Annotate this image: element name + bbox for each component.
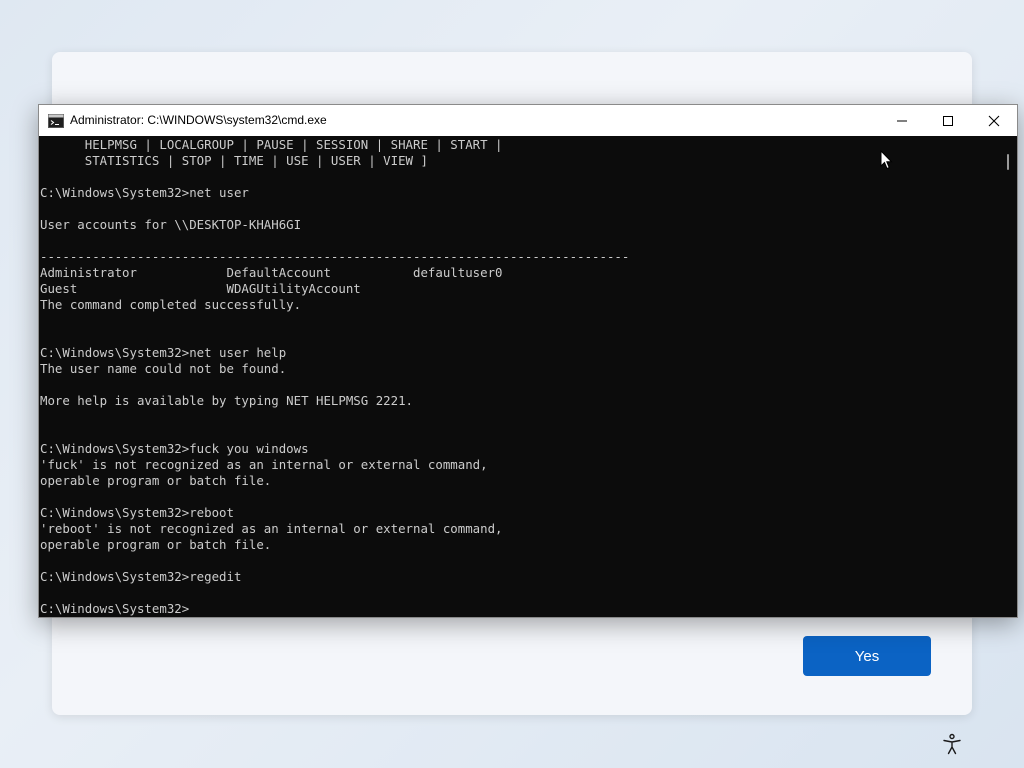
console-line: The command completed successfully. xyxy=(40,297,302,312)
window-title: Administrator: C:\WINDOWS\system32\cmd.e… xyxy=(70,113,327,127)
console-line: ----------------------------------------… xyxy=(40,249,630,264)
console-line: C:\Windows\System32>reboot xyxy=(40,505,234,520)
maximize-button[interactable] xyxy=(925,105,971,136)
yes-button[interactable]: Yes xyxy=(803,636,931,676)
vertical-scrollbar[interactable] xyxy=(1000,136,1017,616)
console-line: C:\Windows\System32> xyxy=(40,601,190,616)
console-line: HELPMSG | LOCALGROUP | PAUSE | SESSION |… xyxy=(40,137,503,152)
console-line: User accounts for \\DESKTOP-KHAH6GI xyxy=(40,217,302,232)
console-line: C:\Windows\System32>net user xyxy=(40,185,249,200)
cmd-app-icon xyxy=(48,113,64,128)
console-output[interactable]: HELPMSG | LOCALGROUP | PAUSE | SESSION |… xyxy=(39,136,1000,616)
console-line: More help is available by typing NET HEL… xyxy=(40,393,413,408)
accessibility-icon[interactable] xyxy=(940,732,964,756)
console-text: HELPMSG | LOCALGROUP | PAUSE | SESSION |… xyxy=(39,137,629,616)
scroll-thumb[interactable] xyxy=(1007,154,1009,170)
console-line: C:\Windows\System32>fuck you windows xyxy=(40,441,309,456)
minimize-icon xyxy=(897,120,907,121)
title-bar[interactable]: Administrator: C:\WINDOWS\system32\cmd.e… xyxy=(39,105,1017,136)
console-line: operable program or batch file. xyxy=(40,537,272,552)
console-line: operable program or batch file. xyxy=(40,473,272,488)
console-line: STATISTICS | STOP | TIME | USE | USER | … xyxy=(40,153,428,168)
console-line: Administrator DefaultAccount defaultuser… xyxy=(40,265,503,280)
cmd-window[interactable]: Administrator: C:\WINDOWS\system32\cmd.e… xyxy=(38,104,1018,618)
maximize-icon xyxy=(943,115,953,126)
console-line: C:\Windows\System32>net user help xyxy=(40,345,287,360)
console-line: 'fuck' is not recognized as an internal … xyxy=(40,457,488,472)
console-line: C:\Windows\System32>regedit xyxy=(40,569,242,584)
console-line: Guest WDAGUtilityAccount xyxy=(40,281,361,296)
console-line: The user name could not be found. xyxy=(40,361,287,376)
close-icon xyxy=(988,115,1000,126)
minimize-button[interactable] xyxy=(879,105,925,136)
close-button[interactable] xyxy=(971,105,1017,136)
console-line: 'reboot' is not recognized as an interna… xyxy=(40,521,503,536)
mouse-pointer-icon xyxy=(880,149,894,170)
